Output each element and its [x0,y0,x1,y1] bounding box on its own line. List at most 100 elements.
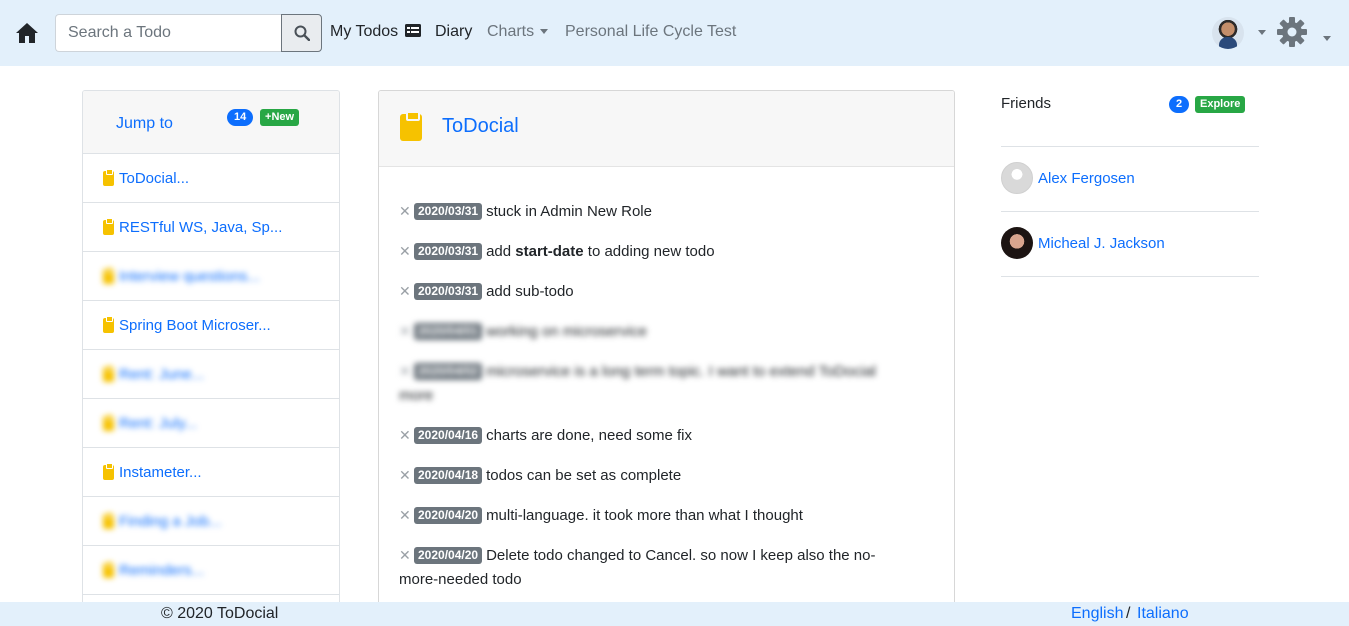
friend-name: Micheal J. Jackson [1038,234,1165,252]
subtodo-text: stuck in Admin New Role [486,203,652,220]
clipboard-icon [103,266,114,284]
todo-count-badge: 14 [227,109,254,126]
search-input[interactable] [55,14,281,52]
chevron-down-icon [540,29,549,35]
cancel-todo-icon[interactable]: ✕ [399,359,414,383]
cancel-todo-icon[interactable]: ✕ [399,503,414,527]
date-badge: 2020/04/20 [414,507,483,524]
search-icon [294,25,310,41]
jump-list-item[interactable]: Interview questions... [83,252,339,301]
subtodo-text-bold: start-date [515,243,584,260]
friend-name: Alex Fergosen [1038,169,1135,187]
copyright: © 2020 ToDocial [161,605,279,622]
divider [1001,211,1259,212]
jump-list-item-label: Reminders... [119,561,205,579]
clipboard-icon [103,511,114,529]
todo-card-header: ToDocial [379,91,954,167]
cancel-todo-icon[interactable]: ✕ [399,199,414,223]
date-badge: 2020/04/20 [414,547,483,564]
cancel-todo-icon[interactable]: ✕ [399,423,414,447]
nav-diary[interactable]: Diary [435,23,472,41]
clipboard-icon [103,413,114,431]
subtodo-text: to adding new todo [583,243,715,260]
jump-list-item-label: Interview questions... [119,267,260,285]
jump-list: ToDocial... RESTful WS, Java, Sp... Interv… [83,154,339,595]
date-badge: 2020/03/31 [414,203,483,220]
user-avatar[interactable] [1212,17,1244,49]
todo-card: ToDocial ✕ 2020/03/31 stuck in Admin New R… [378,90,955,620]
clipboard-icon [103,315,114,333]
explore-button[interactable]: Explore [1195,96,1246,113]
jump-list-item[interactable]: Finding a Job... [83,497,339,546]
date-badge: 2020/03/31 [414,283,483,300]
jump-list-item[interactable]: Reminders... [83,546,339,595]
jump-list-item-label: Spring Boot Microser... [119,316,271,334]
subtodo-text: todos can be set as complete [486,467,682,484]
home-icon[interactable] [15,22,39,44]
jump-list-item[interactable]: Rent: July... [83,399,339,448]
gear-icon[interactable] [1276,16,1308,48]
divider [1001,146,1259,147]
nav-my-todos[interactable]: My Todos [330,23,421,41]
subtodo-item: ✕ 2020/04/20 multi-language. it took more … [399,503,919,528]
jump-list-item[interactable]: Instameter... [83,448,339,497]
friend-item[interactable]: Micheal J. Jackson [1001,227,1165,259]
jump-list-item[interactable]: ToDocial... [83,154,339,203]
language-english-link[interactable]: English [1071,605,1123,623]
subtodo-text-continued: more [399,387,434,404]
clipboard-icon [103,364,114,382]
search-group [55,14,322,52]
cancel-todo-icon[interactable]: ✕ [399,543,414,567]
jump-list-item[interactable]: Rent: June... [83,350,339,399]
clipboard-icon [103,217,114,235]
subtodo-text: charts are done, need some fix [486,427,693,444]
subtodo-text-continued: more-needed todo [399,571,522,588]
subtodo-text: working on microservice [486,323,647,340]
divider [1001,276,1259,277]
subtodo-text: Delete todo changed to Cancel. so now I … [486,547,876,564]
nav-charts-dropdown[interactable]: Charts [487,23,549,41]
chevron-down-icon[interactable] [1258,30,1266,35]
todo-card-title[interactable]: ToDocial [442,115,519,138]
subtodo-text: multi-language. it took more than what I… [486,507,803,524]
friends-title: Friends [1001,95,1052,112]
jump-list-item[interactable]: RESTful WS, Java, Sp... [83,203,339,252]
clipboard-icon [103,560,114,578]
avatar [1001,162,1033,194]
subtodo-item: ✕ 2020/03/31 add start-date to adding new … [399,239,919,264]
jump-list-item-label: RESTful WS, Java, Sp... [119,218,283,236]
language-separator: / [1126,605,1131,622]
date-badge: 2020/04/16 [414,427,483,444]
jump-list-item[interactable]: Spring Boot Microser... [83,301,339,350]
friend-item[interactable]: Alex Fergosen [1001,162,1135,194]
clipboard-icon [103,168,114,186]
jump-to-title[interactable]: Jump to [116,115,173,133]
subtodo-text: microservice is a long term topic. I wan… [486,363,876,380]
subtodo-item: ✕ 2020/04/16 charts are done, need some fi… [399,423,919,448]
chevron-down-icon[interactable] [1323,36,1331,41]
new-todo-button[interactable]: +New [260,109,300,126]
subtodo-item: ✕ 2020/04/01 working on microservice [399,319,919,344]
cancel-todo-icon[interactable]: ✕ [399,463,414,487]
nav-personal-life-cycle[interactable]: Personal Life Cycle Test [565,23,736,41]
search-button[interactable] [281,14,322,52]
cancel-todo-icon[interactable]: ✕ [399,279,414,303]
jump-list-item-label: Rent: July... [119,414,198,432]
date-badge: 2020/04/18 [414,467,483,484]
avatar [1001,227,1033,259]
new-todo-label: New [271,111,295,123]
subtodo-item: ✕ 2020/04/02 microservice is a long term t… [399,359,919,408]
language-italiano-link[interactable]: Italiano [1137,605,1189,623]
cancel-todo-icon[interactable]: ✕ [399,319,414,343]
list-alt-icon [404,24,421,37]
jump-list-item-label: ToDocial... [119,169,190,187]
nav-charts-label: Charts [487,23,535,40]
subtodo-item: ✕ 2020/04/18 todos can be set as complete [399,463,919,488]
subtodo-text: add sub-todo [486,283,574,300]
cancel-todo-icon[interactable]: ✕ [399,239,414,263]
friends-count-badge: 2 [1169,96,1190,113]
clipboard-icon [400,111,422,141]
date-badge: 2020/03/31 [414,243,483,260]
jump-list-item-label: Instameter... [119,463,202,481]
subtodo-item: ✕ 2020/03/31 add sub-todo [399,279,919,304]
